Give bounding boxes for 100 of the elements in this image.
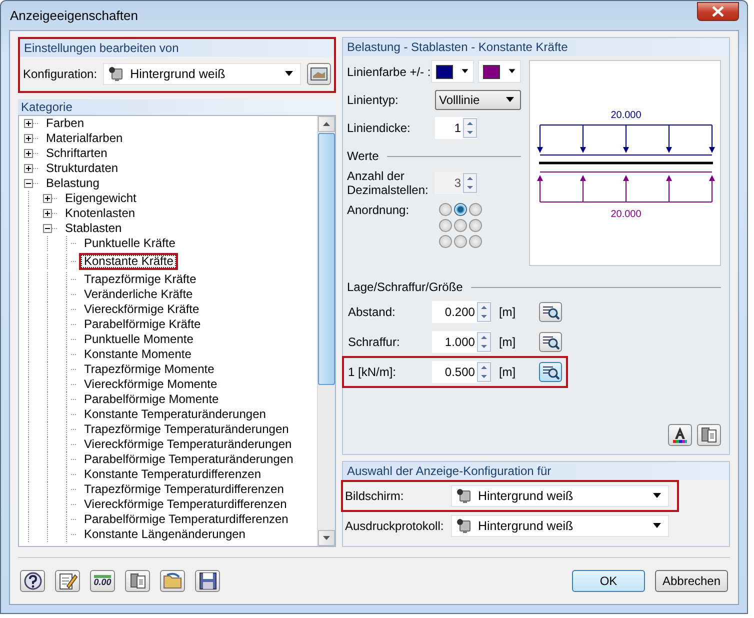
- radio-button[interactable]: [454, 235, 467, 248]
- expand-icon[interactable]: [24, 164, 33, 173]
- tree-item[interactable]: Konstante Momente: [79, 346, 196, 363]
- tree-item[interactable]: Materialfarben: [41, 130, 128, 147]
- spin-field[interactable]: 0.500: [432, 361, 491, 383]
- scrollbar[interactable]: [317, 116, 335, 546]
- group-title: Auswahl der Anzeige-Konfiguration für: [347, 464, 552, 478]
- radio-button[interactable]: [439, 203, 452, 216]
- window-title: Anzeigeeigenschaften: [10, 8, 138, 23]
- radio-button[interactable]: [454, 219, 467, 232]
- tree-item[interactable]: Knotenlasten: [60, 205, 140, 222]
- folder-icon: [162, 572, 182, 590]
- tree-item[interactable]: Parabelförmige Temperaturdifferenzen: [79, 511, 294, 528]
- color-picker[interactable]: [431, 60, 474, 83]
- close-icon: [712, 6, 724, 17]
- field-label: Schraffur:: [348, 335, 401, 349]
- help-button[interactable]: [20, 570, 45, 592]
- tree-item[interactable]: Belastung: [41, 175, 104, 192]
- expand-icon[interactable]: [24, 149, 33, 158]
- save-button[interactable]: [195, 570, 220, 592]
- tree-item[interactable]: Punktuelle Momente: [79, 331, 198, 348]
- cancel-button[interactable]: Abbrechen: [655, 570, 728, 592]
- config-dropdown[interactable]: Hintergrund weiß: [103, 63, 301, 85]
- tree-item[interactable]: Konstante Kräfte: [79, 253, 178, 270]
- collapse-icon[interactable]: [24, 179, 33, 188]
- tree-item[interactable]: Schriftarten: [41, 145, 112, 162]
- tree-item[interactable]: Parabelförmige Temperaturänderungen: [79, 451, 298, 468]
- load-value: 20.000: [610, 110, 642, 121]
- config-dropdown[interactable]: Hintergrund weiß: [451, 515, 669, 537]
- monitor-icon: [108, 66, 124, 82]
- tree-item[interactable]: Viereckförmige Kräfte: [79, 301, 204, 318]
- copy-button[interactable]: [697, 424, 721, 446]
- collapse-icon[interactable]: [43, 224, 52, 233]
- section-title: Werte: [347, 149, 379, 163]
- tree-item[interactable]: Strukturdaten: [41, 160, 124, 177]
- spin-field[interactable]: 1: [435, 117, 477, 139]
- letter-color-icon: [671, 426, 689, 444]
- font-color-button[interactable]: [668, 424, 692, 446]
- color-picker[interactable]: [478, 60, 521, 83]
- scroll-up-icon: [323, 122, 330, 126]
- close-button[interactable]: [697, 2, 739, 21]
- copy-button[interactable]: [125, 570, 150, 592]
- tree-item[interactable]: Parabelförmige Kräfte: [79, 316, 206, 333]
- decimals-button[interactable]: 0.00: [90, 570, 115, 592]
- monitor-icon: [456, 518, 472, 534]
- radio-button[interactable]: [439, 235, 452, 248]
- radio-button[interactable]: [454, 203, 467, 216]
- zoom-button[interactable]: [539, 332, 562, 352]
- edit-button[interactable]: [55, 570, 80, 592]
- field-label: Ausdruckprotokoll:: [345, 519, 445, 533]
- expand-icon[interactable]: [24, 134, 33, 143]
- spin-field[interactable]: 1.000: [432, 331, 491, 353]
- tree-item[interactable]: Punktuelle Kräfte: [79, 235, 180, 252]
- tree-item[interactable]: Konstante Temperaturänderungen: [79, 406, 271, 423]
- radio-button[interactable]: [439, 219, 452, 232]
- tree-item[interactable]: Farben: [41, 116, 90, 132]
- open-button[interactable]: [160, 570, 185, 592]
- unit-label: [m]: [498, 335, 517, 349]
- load-value: 20.000: [610, 209, 642, 220]
- ok-button[interactable]: OK: [572, 570, 645, 592]
- tree-item[interactable]: Viereckförmige Temperaturänderungen: [79, 436, 297, 453]
- expand-icon[interactable]: [43, 209, 52, 218]
- unit-label: [m]: [498, 305, 517, 319]
- field-label: Anzahl der Dezimalstellen:: [347, 169, 427, 197]
- group-title: Belastung - Stablasten - Konstante Kräfte: [347, 40, 568, 54]
- tree-item[interactable]: Trapezförmige Temperaturänderungen: [79, 421, 294, 438]
- radio-button[interactable]: [469, 203, 482, 216]
- zoom-button[interactable]: [539, 362, 562, 382]
- tree-item[interactable]: Parabelförmige Momente: [79, 391, 224, 408]
- radio-button[interactable]: [469, 235, 482, 248]
- tree-item[interactable]: Veränderliche Kräfte: [79, 286, 198, 303]
- expand-icon[interactable]: [43, 194, 52, 203]
- caret-icon: [461, 69, 469, 74]
- line-type-dropdown[interactable]: Volllinie: [435, 90, 521, 110]
- field-label: Linientyp:: [347, 93, 400, 107]
- scroll-down-icon: [323, 536, 330, 540]
- spin-field[interactable]: 0.200: [432, 301, 491, 323]
- config-dropdown[interactable]: Hintergrund weiß: [451, 485, 669, 507]
- field-label: 1 [kN/m]:: [348, 365, 398, 379]
- caret-icon: [284, 71, 294, 77]
- tree-item[interactable]: Trapezförmige Kräfte: [79, 271, 202, 288]
- tree-item[interactable]: Trapezförmige Temperaturdifferenzen: [79, 481, 289, 498]
- tree-item[interactable]: Trapezförmige Momente: [79, 361, 220, 378]
- radio-button[interactable]: [469, 219, 482, 232]
- magnifier-icon: [540, 334, 561, 350]
- tree-item[interactable]: Viereckförmige Momente: [79, 376, 222, 393]
- unit-label: [m]: [498, 365, 517, 379]
- group-title: Einstellungen bearbeiten von: [24, 41, 179, 55]
- pencil-note-icon: [58, 571, 78, 591]
- tree-item[interactable]: Stablasten: [60, 220, 127, 237]
- tree-item[interactable]: Konstante Temperaturdifferenzen: [79, 466, 266, 483]
- expand-icon[interactable]: [24, 119, 33, 128]
- zoom-button[interactable]: [539, 302, 562, 322]
- caret-icon: [652, 523, 662, 529]
- tree-item[interactable]: Viereckförmige Temperaturdifferenzen: [79, 496, 292, 513]
- tree-item[interactable]: Eigengewicht: [60, 190, 142, 207]
- edit-config-button[interactable]: [307, 63, 331, 85]
- decimal-label: 0.00: [94, 575, 112, 587]
- tree-item[interactable]: Konstante Längenänderungen: [79, 526, 250, 543]
- caret-icon: [508, 69, 516, 74]
